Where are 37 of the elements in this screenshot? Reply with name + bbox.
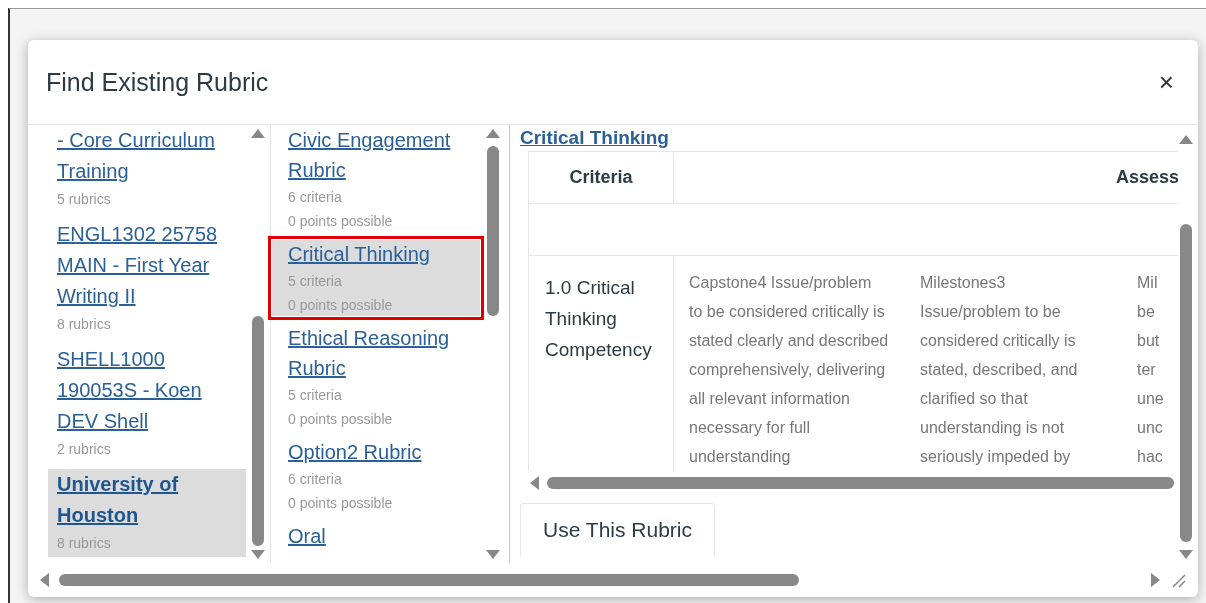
column-header: Assess	[674, 152, 1178, 204]
rubric-link[interactable]: Option2 Rubric	[288, 437, 473, 467]
points-text: 0 points possible	[288, 494, 394, 513]
course-link[interactable]: University of Houston	[57, 469, 238, 531]
rubric-title-link[interactable]: Critical Thinking	[520, 125, 1174, 151]
course-link[interactable]: ENGL1302 25758 MAIN - First Year Writing II	[57, 219, 238, 312]
points-text: 0 points possible	[288, 296, 394, 315]
rubric-count: 8 rubrics	[57, 534, 112, 553]
rating-description: Milestones3 Issue/problem to be considered critically is stated, described, and clarified so that understanding is not seriously impeded by	[920, 273, 1079, 467]
scroll-right-arrow-icon[interactable]	[1151, 573, 1160, 587]
highlighted-list-item[interactable]: Critical Thinking 5 criteria 0 points possible	[271, 239, 481, 317]
rubric-count: 5 rubrics	[57, 190, 112, 209]
points-text: 0 points possible	[288, 410, 394, 429]
rubric-count: 8 rubrics	[57, 315, 112, 334]
rubric-link[interactable]: Critical Thinking	[288, 239, 473, 269]
course-link[interactable]: SHELL1000 190053S - Koen DEV Shell	[57, 344, 238, 437]
rating-description: Mil be but ter une unc hac	[1137, 273, 1165, 467]
selected-list-item[interactable]: University of Houston 8 rubrics	[48, 469, 246, 557]
scroll-left-arrow-icon[interactable]	[40, 573, 49, 587]
close-button[interactable]: ×	[1152, 69, 1180, 95]
scroll-left-arrow-icon[interactable]	[530, 476, 539, 490]
rubric-link[interactable]: Oral	[288, 521, 473, 551]
course-link[interactable]: - Core Curriculum Training	[57, 125, 238, 187]
column-header: Criteria	[529, 152, 674, 204]
criteria-count: 6 criteria	[288, 188, 343, 207]
rating-description: Capstone4 Issue/problem to be considered critically is stated clearly and described comprehensively, delivering all relevant information necessary for full understanding	[688, 273, 890, 467]
criteria-count: 6 criteria	[288, 470, 343, 489]
dialog-title: Find Existing Rubric	[46, 67, 269, 97]
criteria-count: 5 criteria	[288, 386, 343, 405]
criterion-cell: 1.0 Critical Thinking Competency	[529, 256, 674, 471]
rubric-count: 2 rubrics	[57, 440, 112, 459]
points-text: 0 points possible	[288, 212, 394, 231]
use-rubric-button[interactable]: Use This Rubric	[520, 503, 715, 556]
criteria-count: 5 criteria	[288, 272, 343, 291]
rubric-link[interactable]: Ethical Reasoning Rubric	[288, 323, 473, 383]
resize-grip-icon[interactable]	[1170, 572, 1186, 588]
rubric-link[interactable]: Civic Engagement Rubric	[288, 125, 473, 185]
